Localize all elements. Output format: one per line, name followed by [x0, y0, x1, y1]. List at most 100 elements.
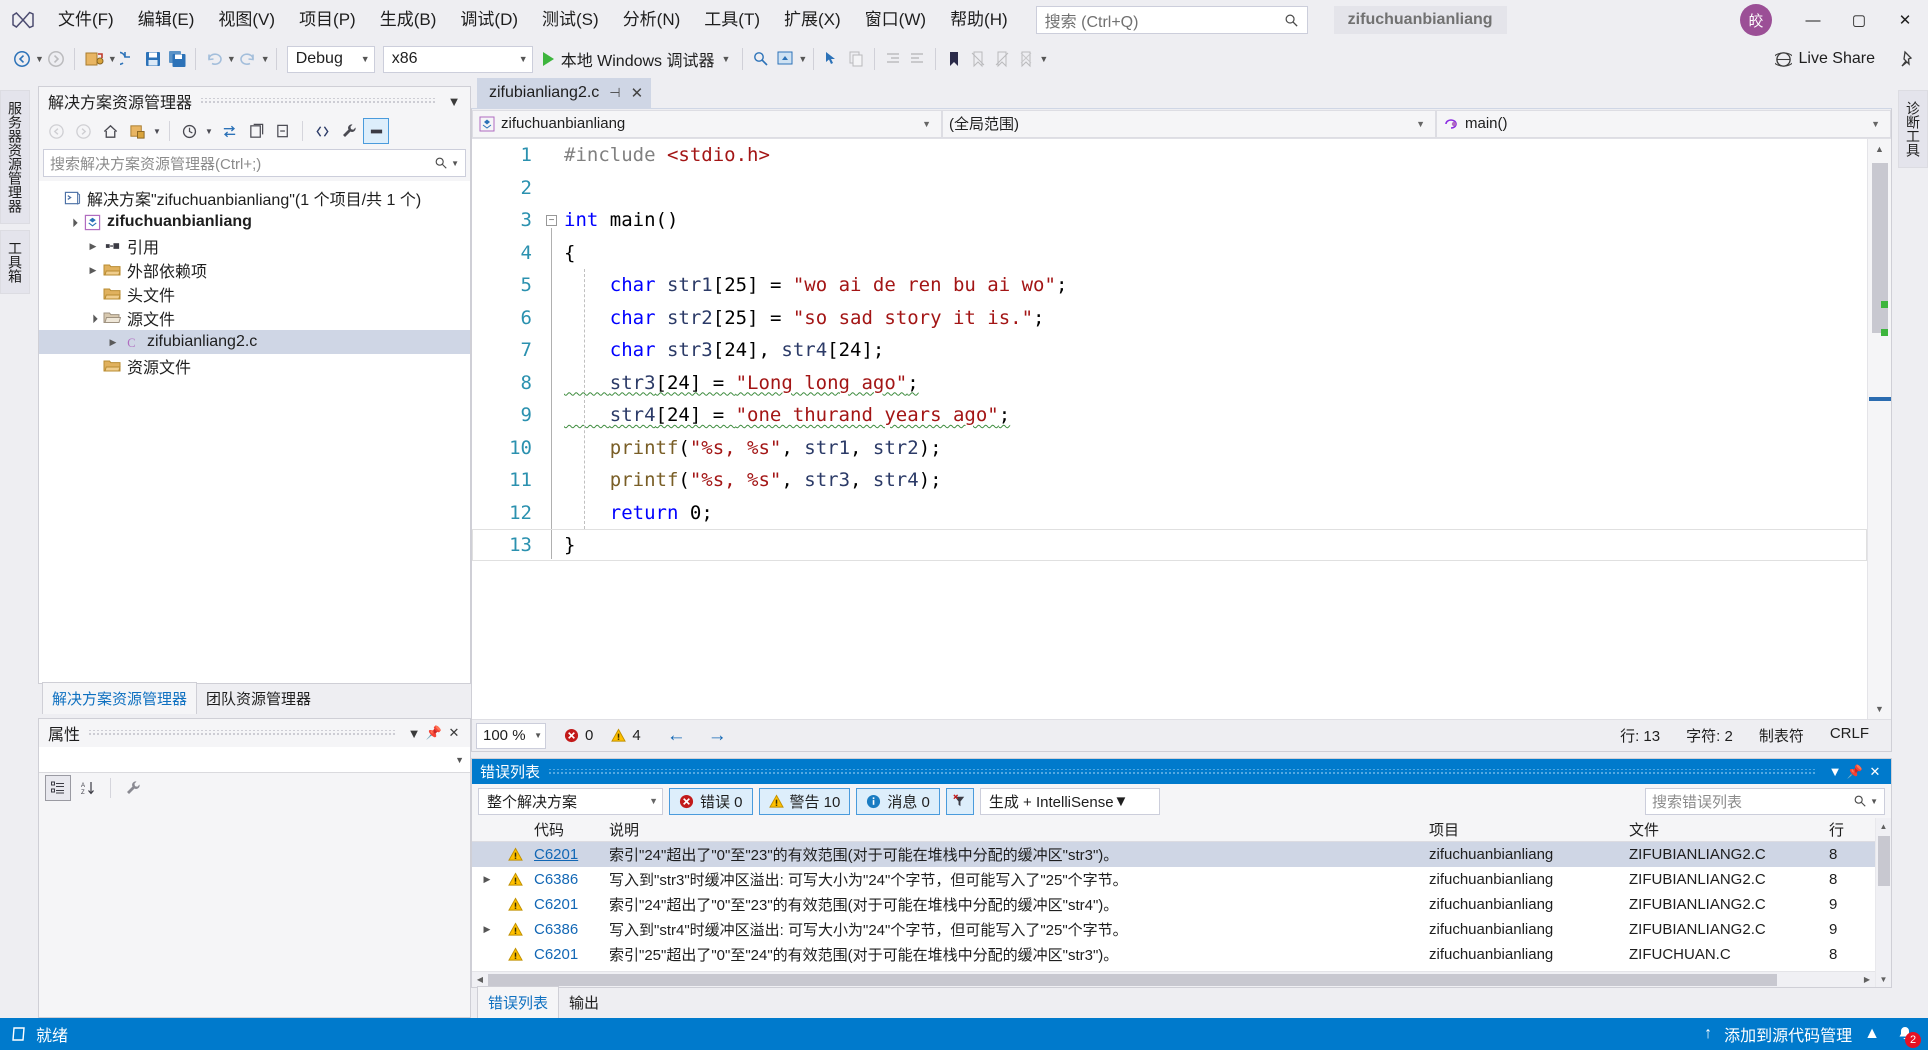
error-code-link[interactable]: C6201	[528, 896, 603, 913]
select-element-icon[interactable]	[820, 44, 844, 74]
toggle-messages-button[interactable]: 消息 0	[856, 787, 940, 815]
new-project-icon[interactable]	[81, 44, 107, 74]
next-issue-icon[interactable]: →	[708, 725, 727, 747]
tree-item[interactable]: 资源文件	[39, 354, 470, 378]
hscroll-thumb[interactable]	[488, 973, 1777, 986]
code-line[interactable]: printf("%s, %s", str1, str2);	[564, 432, 1867, 465]
toolbar-overflow-icon[interactable]: ▼	[1039, 54, 1048, 64]
menu-analyze[interactable]: 分析(N)	[611, 0, 693, 40]
navigate-forward-icon[interactable]	[44, 44, 68, 74]
outdent-icon[interactable]	[905, 44, 929, 74]
menu-window[interactable]: 窗口(W)	[853, 0, 938, 40]
error-code-value[interactable]: C6386	[534, 921, 578, 938]
global-search-input[interactable]: 搜索 (Ctrl+Q)	[1035, 6, 1308, 34]
menu-help[interactable]: 帮助(H)	[938, 0, 1020, 40]
tree-item[interactable]: ▶ 外部依赖项	[39, 258, 470, 282]
indent-icon[interactable]	[881, 44, 905, 74]
drag-handle[interactable]	[88, 730, 396, 736]
add-to-source-control-label[interactable]: 添加到源代码管理	[1724, 1022, 1852, 1046]
col-code[interactable]: 代码	[528, 819, 603, 840]
close-tab-icon[interactable]: ✕	[631, 84, 644, 102]
row-expand-icon[interactable]: ▶	[472, 874, 502, 885]
pin-toolbar-icon[interactable]	[1895, 44, 1928, 74]
table-row[interactable]: C6201 索引"24"超出了"0"至"23"的有效范围(对于可能在堆栈中分配的缓…	[472, 842, 1875, 867]
refresh-icon[interactable]	[243, 118, 269, 144]
navbar-member-combo[interactable]: main() ▼	[1436, 109, 1891, 138]
previous-bookmark-icon[interactable]	[966, 44, 990, 74]
editor-error-count[interactable]: 0	[564, 727, 593, 744]
undo-icon[interactable]	[202, 44, 226, 74]
error-code-link[interactable]: C6386	[528, 871, 603, 888]
menu-debug[interactable]: 调试(D)	[448, 0, 530, 40]
undo-dropdown[interactable]: ▼	[227, 54, 236, 64]
error-code-value[interactable]: C6201	[534, 946, 578, 963]
tab-error-list[interactable]: 错误列表	[477, 986, 560, 1018]
platform-combo[interactable]: x86 ▼	[382, 45, 533, 73]
stack-frame-icon[interactable]	[773, 44, 797, 74]
table-row[interactable]: ▶ C6386 写入到"str3"时缓冲区溢出: 可写大小为"24"个字节，但可能写…	[472, 867, 1875, 892]
toggle-bookmark-icon[interactable]	[942, 44, 966, 74]
attach-process-icon[interactable]	[749, 44, 773, 74]
editor-vertical-scrollbar[interactable]: ▲ ▼	[1867, 139, 1891, 719]
categorized-view-icon[interactable]	[45, 775, 71, 801]
toggle-warnings-button[interactable]: 警告 10	[758, 787, 851, 815]
menu-view[interactable]: 视图(V)	[206, 0, 287, 40]
solution-explorer-search-input[interactable]: 搜索解决方案资源管理器(Ctrl+;) ▼	[43, 149, 466, 177]
menu-extensions[interactable]: 扩展(X)	[772, 0, 853, 40]
collapse-arrow-icon[interactable]: ▶	[85, 241, 101, 252]
collapse-arrow-icon[interactable]: ▶	[85, 265, 101, 276]
previous-issue-icon[interactable]: ←	[667, 725, 686, 747]
row-expand-icon[interactable]: ▶	[472, 924, 502, 935]
copy-element-icon[interactable]	[844, 44, 868, 74]
code-line[interactable]: printf("%s, %s", str3, str4);	[564, 464, 1867, 497]
switch-views-icon[interactable]	[124, 118, 150, 144]
notifications-button[interactable]: 2	[1892, 1023, 1921, 1048]
scroll-up-icon[interactable]: ▲	[1876, 818, 1891, 834]
error-code-value[interactable]: C6201	[534, 896, 578, 913]
hscroll-track[interactable]	[488, 972, 1859, 988]
tree-item[interactable]: ◢ zifuchuanbianliang	[39, 210, 470, 234]
expand-arrow-icon[interactable]: ◢	[84, 309, 102, 327]
scroll-down-icon[interactable]: ▼	[1868, 699, 1891, 719]
navbar-scope-combo[interactable]: (全局范围) ▼	[942, 109, 1436, 138]
menu-project[interactable]: 项目(P)	[287, 0, 368, 40]
show-all-files-icon[interactable]	[309, 118, 335, 144]
close-button[interactable]: ✕	[1882, 0, 1928, 40]
scroll-left-icon[interactable]: ◀	[472, 975, 488, 984]
navigate-back-icon[interactable]	[10, 44, 34, 74]
panel-menu-icon[interactable]: ▼	[404, 726, 424, 741]
col-description[interactable]: 说明	[603, 819, 1423, 840]
pending-changes-dropdown[interactable]: ▼	[203, 118, 215, 144]
alphabetical-view-icon[interactable]: AZ	[75, 775, 101, 801]
error-code-value[interactable]: C6386	[534, 871, 578, 888]
pin-icon[interactable]: 📌	[424, 725, 444, 741]
error-list-horizontal-scrollbar[interactable]: ◀ ▶	[472, 971, 1875, 987]
menu-test[interactable]: 测试(S)	[530, 0, 611, 40]
next-bookmark-icon[interactable]	[990, 44, 1014, 74]
vtab-diagnostic-tools[interactable]: 诊断工具	[1898, 90, 1928, 168]
code-line[interactable]	[564, 172, 1867, 205]
tree-item[interactable]: ◢ 源文件	[39, 306, 470, 330]
code-line[interactable]: str4[24] = "one thurand years ago";	[564, 399, 1867, 432]
collapse-all-icon[interactable]	[270, 118, 296, 144]
tree-item[interactable]: ▶ Czifubianliang2.c	[39, 330, 470, 354]
tab-solution-explorer[interactable]: 解决方案资源管理器	[42, 682, 198, 714]
table-row[interactable]: C6201 索引"24"超出了"0"至"23"的有效范围(对于可能在堆栈中分配的缓…	[472, 892, 1875, 917]
editor-warning-count[interactable]: 4	[611, 727, 641, 744]
sync-with-active-doc-icon[interactable]	[216, 118, 242, 144]
col-project[interactable]: 项目	[1423, 819, 1623, 840]
menu-tools[interactable]: 工具(T)	[692, 0, 772, 40]
properties-object-combo[interactable]: ▼	[39, 747, 470, 773]
home-icon[interactable]	[97, 118, 123, 144]
expand-arrow-icon[interactable]: ◢	[64, 213, 82, 231]
redo-dropdown[interactable]: ▼	[261, 54, 270, 64]
new-project-dropdown[interactable]: ▼	[108, 54, 117, 64]
col-line[interactable]: 行	[1823, 819, 1875, 840]
drag-handle[interactable]	[548, 768, 1817, 775]
error-list-vertical-scrollbar[interactable]: ▲ ▼	[1875, 818, 1891, 987]
menu-file[interactable]: 文件(F)	[46, 0, 126, 40]
code-line[interactable]: char str3[24], str4[24];	[564, 334, 1867, 367]
expand-status-icon[interactable]: ▲	[1864, 1025, 1880, 1043]
tree-item[interactable]: 头文件	[39, 282, 470, 306]
error-code-value[interactable]: C6201	[534, 846, 578, 863]
